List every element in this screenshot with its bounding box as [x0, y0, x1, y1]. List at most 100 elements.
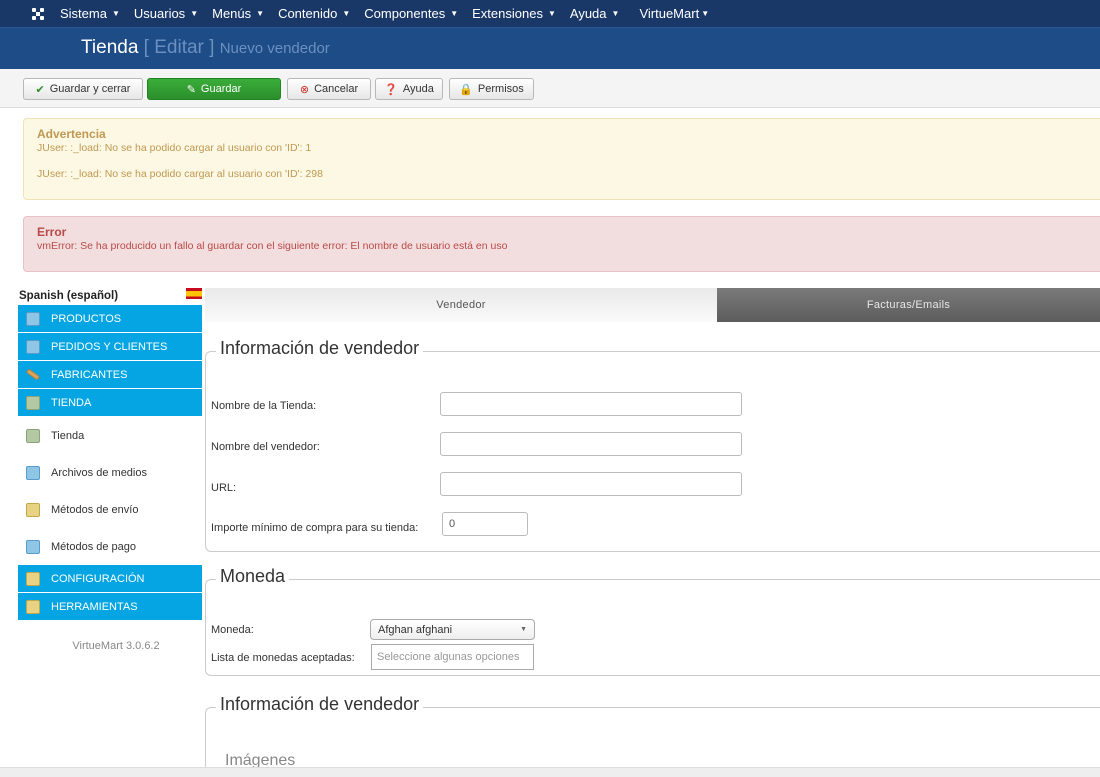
caret-down-icon: ▼: [190, 9, 199, 18]
media-icon: [26, 465, 40, 480]
tools-icon: [26, 599, 40, 614]
cancel-icon: ⊗: [299, 83, 310, 96]
vendor-name-label: Nombre del vendedor:: [211, 441, 320, 453]
currency-legend: Moneda: [216, 566, 290, 587]
sidebar-item-shipment[interactable]: Métodos de envío: [18, 491, 202, 528]
check-icon: ✔: [35, 83, 45, 96]
sidebar-item-media[interactable]: Archivos de medios: [18, 454, 202, 491]
error-message: vmError: Se ha producido un fallo al gua…: [37, 240, 508, 252]
spain-flag-icon[interactable]: [186, 288, 202, 299]
sidebar-item-payment[interactable]: Métodos de pago: [18, 528, 202, 565]
menu-ayuda[interactable]: Ayuda ▼: [570, 6, 620, 21]
caret-down-icon: ▼: [611, 9, 620, 18]
min-purchase-value: 0: [449, 518, 456, 530]
store-name-label: Nombre de la Tienda:: [211, 400, 317, 412]
currency-select[interactable]: Afghan afghani ▼: [370, 619, 535, 640]
language-label: Spanish (español): [19, 290, 119, 302]
menu-ayuda-label: Ayuda: [569, 6, 607, 21]
sidebar-item-fabricantes[interactable]: FABRICANTES: [18, 361, 202, 389]
help-button[interactable]: ❓ Ayuda: [375, 78, 443, 100]
dropdown-arrow-icon: ▼: [520, 626, 527, 633]
toolbar: ✔ Guardar y cerrar ✎ Guardar ⊗ Cancelar ❓ Ay…: [0, 69, 1100, 108]
menu-extensiones-label: Extensiones: [472, 6, 543, 21]
menu-usuarios[interactable]: Usuarios ▼: [134, 6, 198, 21]
menu-menus-label: Menús: [212, 6, 252, 21]
payment-icon: [26, 539, 40, 554]
save-label: Guardar: [200, 83, 242, 95]
bottom-bar: [0, 767, 1100, 777]
save-button[interactable]: ✎ Guardar: [147, 78, 281, 100]
menu-extensiones[interactable]: Extensiones ▼: [472, 6, 556, 21]
vendor-info-legend: Información de vendedor: [216, 338, 424, 359]
vendor-name-input[interactable]: [440, 432, 742, 456]
warning-message: JUser: :_load: No se ha podido cargar al…: [37, 168, 323, 180]
error-heading: Error: [37, 225, 67, 239]
tab-facturas-label: Facturas/Emails: [866, 299, 951, 311]
save-close-button[interactable]: ✔ Guardar y cerrar: [23, 78, 143, 100]
wrench-icon: [25, 368, 41, 381]
title-bar: Tienda [ Editar ] Nuevo vendedor: [0, 27, 1100, 69]
vendor-info-fieldset: Información de vendedor Nombre de la Tie…: [205, 338, 1100, 552]
sidebar-item-label: FABRICANTES: [51, 368, 128, 381]
page-title: Tienda [ Editar ] Nuevo vendedor: [81, 37, 330, 59]
title-bracket-open: [: [143, 37, 149, 58]
orders-icon: [26, 339, 40, 354]
joomla-logo-icon[interactable]: [26, 0, 50, 27]
caret-down-icon: ▼: [256, 9, 265, 18]
shop-icon: [26, 395, 40, 410]
title-bracket-close: ]: [209, 37, 215, 58]
sidebar-item-herramientas[interactable]: HERRAMIENTAS: [18, 593, 202, 621]
menu-contenido-label: Contenido: [278, 6, 338, 21]
currency-label: Moneda:: [211, 624, 254, 636]
shop-icon: [26, 428, 40, 443]
caret-down-icon: ▼: [342, 9, 351, 18]
sidebar-item-pedidos[interactable]: PEDIDOS Y CLIENTES: [18, 333, 202, 361]
virtuemart-version: VirtueMart 3.0.6.2: [72, 640, 160, 652]
page-title-action: Editar: [154, 37, 204, 58]
truck-icon: [26, 502, 40, 517]
min-purchase-label: Importe mínimo de compra para su tienda:: [211, 522, 419, 534]
tab-facturas-emails[interactable]: Facturas/Emails: [717, 288, 1100, 322]
menu-virtuemart[interactable]: VirtueMart ▼: [639, 6, 709, 21]
sidebar-item-tienda[interactable]: Tienda: [18, 417, 202, 454]
permissions-label: Permisos: [477, 83, 524, 95]
sidebar-item-configuracion[interactable]: CONFIGURACIÓN: [18, 565, 202, 593]
url-input[interactable]: [440, 472, 742, 496]
store-name-input[interactable]: [440, 392, 742, 416]
menu-componentes[interactable]: Componentes ▼: [364, 6, 458, 21]
tab-vendedor-label: Vendedor: [436, 299, 486, 311]
min-purchase-input[interactable]: 0: [442, 512, 528, 536]
sidebar-item-label: Métodos de pago: [51, 540, 137, 553]
caret-down-icon: ▼: [547, 9, 556, 18]
top-menu-bar: Sistema ▼ Usuarios ▼ Menús ▼ Contenido ▼ Com…: [0, 0, 1100, 27]
tab-vendedor[interactable]: Vendedor: [205, 288, 717, 322]
error-alert: Error vmError: Se ha producido un fallo …: [23, 216, 1100, 272]
edit-icon: ✎: [186, 83, 196, 96]
sidebar-item-label: HERRAMIENTAS: [51, 600, 138, 613]
permissions-button[interactable]: 🔒 Permisos: [449, 78, 534, 100]
sidebar-item-label: PRODUCTOS: [51, 312, 122, 325]
warning-heading: Advertencia: [37, 127, 106, 141]
menu-componentes-label: Componentes: [364, 6, 446, 21]
page-subtitle: Nuevo vendedor: [219, 40, 330, 57]
sidebar-item-label: Archivos de medios: [51, 466, 147, 479]
sidebar-item-label: Tienda: [51, 429, 85, 442]
menu-usuarios-label: Usuarios: [133, 6, 186, 21]
menu-sistema[interactable]: Sistema ▼: [60, 6, 120, 21]
url-label: URL:: [211, 482, 237, 494]
products-icon: [26, 311, 40, 326]
menu-menus[interactable]: Menús ▼: [212, 6, 264, 21]
accepted-currencies-input[interactable]: Seleccione algunas opciones: [371, 644, 534, 670]
help-label: Ayuda: [402, 83, 434, 95]
menu-sistema-label: Sistema: [60, 6, 107, 21]
sidebar-item-productos[interactable]: PRODUCTOS: [18, 305, 202, 333]
cancel-button[interactable]: ⊗ Cancelar: [287, 78, 371, 100]
sidebar-item-label: PEDIDOS Y CLIENTES: [51, 340, 168, 353]
cancel-label: Cancelar: [314, 83, 359, 95]
accepted-currencies-label: Lista de monedas aceptadas:: [211, 652, 355, 664]
sidebar-item-tienda-header[interactable]: TIENDA: [18, 389, 202, 417]
save-close-label: Guardar y cerrar: [49, 83, 131, 95]
caret-down-icon: ▼: [450, 9, 459, 18]
menu-contenido[interactable]: Contenido ▼: [278, 6, 350, 21]
warning-alert: Advertencia JUser: :_load: No se ha podi…: [23, 118, 1100, 200]
